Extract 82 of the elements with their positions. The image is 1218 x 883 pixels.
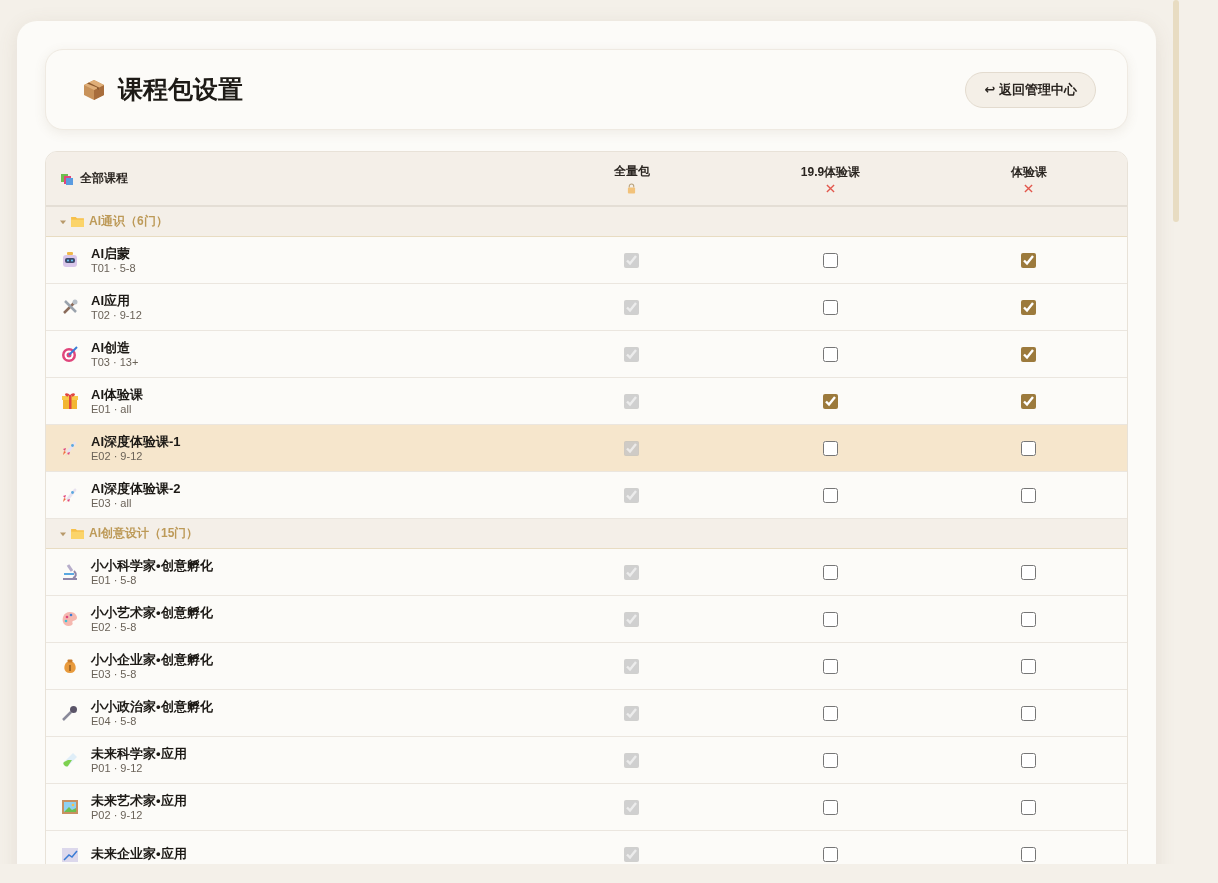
- course-row[interactable]: 小小艺术家•创意孵化 E02 · 5-8: [46, 596, 1127, 643]
- checkbox[interactable]: [823, 252, 838, 268]
- course-row[interactable]: 未来企业家•应用: [46, 831, 1127, 864]
- course-code: E04 · 5-8: [91, 714, 138, 728]
- course-name: AI深度体验课-2: [91, 480, 181, 497]
- course-row[interactable]: 小小科学家•创意孵化 E01 · 5-8: [46, 549, 1127, 596]
- course-code: E01 · all: [91, 402, 133, 416]
- checkbox[interactable]: [823, 752, 838, 768]
- page-title: 课程包设置: [118, 75, 243, 105]
- framed-picture-icon: [60, 797, 80, 817]
- course-name: 未来艺术家•应用: [91, 792, 187, 809]
- checkbox[interactable]: [823, 611, 838, 627]
- checkbox[interactable]: [1021, 611, 1036, 627]
- group-label: AI通识（6门）: [89, 213, 168, 230]
- package-icon: [82, 77, 106, 102]
- group-label: AI创意设计（15门）: [89, 525, 199, 542]
- checkbox[interactable]: [823, 705, 838, 721]
- checkbox[interactable]: [1021, 846, 1036, 862]
- checkbox[interactable]: [823, 393, 838, 409]
- target-icon: [60, 344, 80, 364]
- course-code: E02 · 5-8: [91, 620, 138, 634]
- checkbox[interactable]: [823, 299, 838, 315]
- checkbox[interactable]: [1021, 752, 1036, 768]
- checkbox[interactable]: [1021, 799, 1036, 815]
- course-row[interactable]: AI深度体验课-1 E02 · 9-12: [46, 425, 1127, 472]
- microphone-icon: [60, 703, 80, 723]
- course-name: 小小艺术家•创意孵化: [91, 604, 213, 621]
- column-header: 体验课: [1010, 164, 1047, 181]
- course-row[interactable]: AI启蒙 T01 · 5-8: [46, 237, 1127, 284]
- course-name: 未来科学家•应用: [91, 745, 187, 762]
- course-row[interactable]: 未来科学家•应用 P01 · 9-12: [46, 737, 1127, 784]
- checkbox[interactable]: [1021, 252, 1036, 268]
- course-code: T02 · 9-12: [91, 308, 142, 322]
- back-button[interactable]: ↩ 返回管理中心: [965, 71, 1096, 108]
- course-name: 未来企业家•应用: [91, 846, 187, 862]
- course-code: P02 · 9-12: [91, 808, 144, 822]
- course-name: 小小科学家•创意孵化: [91, 557, 213, 574]
- checkbox[interactable]: [823, 564, 838, 580]
- course-code: E02 · 9-12: [91, 449, 144, 463]
- course-code: T01 · 5-8: [91, 261, 136, 275]
- robot-icon: [60, 250, 80, 270]
- checkbox[interactable]: [1021, 346, 1036, 362]
- course-code: E01 · 5-8: [91, 573, 138, 587]
- course-name: 小小政治家•创意孵化: [91, 698, 213, 715]
- checkbox[interactable]: [1021, 440, 1036, 456]
- checkbox[interactable]: [823, 487, 838, 503]
- folder-icon: [71, 528, 84, 539]
- course-code: P01 · 9-12: [91, 761, 144, 775]
- course-row[interactable]: 未来艺术家•应用 P02 · 9-12: [46, 784, 1127, 831]
- checkbox[interactable]: [1021, 487, 1036, 503]
- checkbox[interactable]: [1021, 564, 1036, 580]
- checkbox[interactable]: [1021, 705, 1036, 721]
- palette-icon: [60, 609, 80, 629]
- checkbox[interactable]: [1021, 658, 1036, 674]
- course-row[interactable]: 小小企业家•创意孵化 E03 · 5-8: [46, 643, 1127, 690]
- course-name: 小小企业家•创意孵化: [91, 651, 213, 668]
- column-header: 19.9体验课: [800, 164, 861, 181]
- scrollbar[interactable]: [1173, 0, 1179, 222]
- checkbox[interactable]: [823, 846, 838, 862]
- folder-icon: [71, 216, 84, 227]
- course-row[interactable]: AI应用 T02 · 9-12: [46, 284, 1127, 331]
- course-row[interactable]: AI创造 T03 · 13+: [46, 331, 1127, 378]
- gift-icon: [60, 391, 80, 411]
- course-name: AI创造: [91, 339, 131, 356]
- course-code: T03 · 13+: [91, 355, 139, 369]
- checkbox[interactable]: [823, 440, 838, 456]
- course-name: AI深度体验课-1: [91, 433, 181, 450]
- books-icon: [60, 171, 74, 186]
- column-header: 全量包: [613, 163, 650, 180]
- checkbox[interactable]: [823, 346, 838, 362]
- checkbox[interactable]: [1021, 299, 1036, 315]
- column-header: 全部课程: [80, 170, 128, 187]
- course-code: E03 · all: [91, 496, 133, 510]
- microscope-icon: [60, 562, 80, 582]
- checkbox[interactable]: [1021, 393, 1036, 409]
- checkbox[interactable]: [823, 658, 838, 674]
- course-name: AI应用: [91, 292, 131, 309]
- course-name: AI启蒙: [91, 245, 131, 262]
- checkbox[interactable]: [823, 799, 838, 815]
- course-code: E03 · 5-8: [91, 667, 138, 681]
- course-row[interactable]: 小小政治家•创意孵化 E04 · 5-8: [46, 690, 1127, 737]
- course-name: AI体验课: [91, 386, 143, 403]
